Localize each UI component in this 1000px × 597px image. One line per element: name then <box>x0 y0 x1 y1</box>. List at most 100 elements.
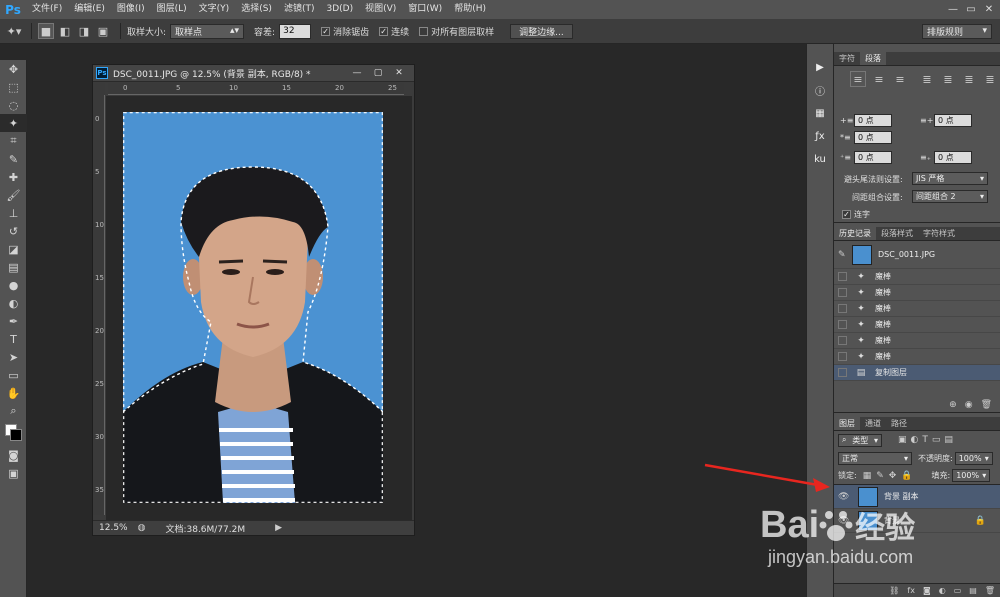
tab-character-styles[interactable]: 字符样式 <box>918 227 960 240</box>
align-right-icon[interactable]: ≡ <box>892 71 908 87</box>
history-checkbox[interactable] <box>838 368 847 377</box>
dodge-tool-icon[interactable]: ◐ <box>0 294 27 312</box>
add-selection-icon[interactable]: ◧ <box>57 23 73 39</box>
tab-character[interactable]: 字符 <box>834 52 860 65</box>
history-item[interactable]: ✦ 魔棒 <box>834 301 1000 317</box>
history-checkbox[interactable] <box>838 304 847 313</box>
doc-close-button[interactable]: ✕ <box>390 65 408 80</box>
canvas-area[interactable] <box>106 96 412 520</box>
status-menu-arrow-icon[interactable]: ▶ <box>275 523 282 533</box>
doc-minimize-button[interactable]: — <box>348 65 366 80</box>
menu-select[interactable]: 选择(S) <box>235 0 278 19</box>
workspace-select[interactable]: 排版规则 ▾ <box>922 23 992 39</box>
all-layers-checkbox[interactable] <box>419 26 429 36</box>
fx-icon[interactable]: fx <box>907 586 915 595</box>
camera-snapshot-icon[interactable]: ◉ <box>965 400 973 410</box>
menu-file[interactable]: 文件(F) <box>26 0 68 19</box>
lasso-tool-icon[interactable]: ◌ <box>0 96 27 114</box>
color-swatches[interactable] <box>0 420 27 446</box>
history-checkbox[interactable] <box>838 320 847 329</box>
history-item-selected[interactable]: ▤ 复制图层 <box>834 365 1000 381</box>
align-center-icon[interactable]: ≡ <box>871 71 887 87</box>
hand-tool-icon[interactable]: ✋ <box>0 384 27 402</box>
status-info-icon[interactable]: ◍ <box>138 523 146 533</box>
contiguous-checkbox[interactable]: ✓ <box>379 26 389 36</box>
gradient-tool-icon[interactable]: ▤ <box>0 258 27 276</box>
menu-3d[interactable]: 3D(D) <box>320 0 359 19</box>
mojikumi-select[interactable]: 间距组合 2 ▾ <box>912 190 988 203</box>
quick-mask-icon[interactable]: ◙ <box>0 446 27 464</box>
marquee-tool-icon[interactable]: ⬚ <box>0 78 27 96</box>
adjustment-layer-icon[interactable]: ◐ <box>939 586 946 595</box>
antialias-checkbox[interactable]: ✓ <box>321 26 331 36</box>
healing-brush-icon[interactable]: ✚ <box>0 168 27 186</box>
menu-view[interactable]: 视图(V) <box>359 0 402 19</box>
trash-icon[interactable]: 🗑 <box>981 400 992 410</box>
close-button[interactable]: ✕ <box>980 0 998 19</box>
tab-history[interactable]: 历史记录 <box>834 227 876 240</box>
crop-tool-icon[interactable]: ⌗ <box>0 132 27 150</box>
group-folder-icon[interactable]: ▭ <box>954 586 962 595</box>
move-tool-icon[interactable]: ✥ <box>0 60 27 78</box>
tab-layers[interactable]: 图层 <box>834 417 860 430</box>
history-item[interactable]: ✦ 魔棒 <box>834 269 1000 285</box>
play-actions-icon[interactable]: ▶ <box>810 58 830 76</box>
indent-right-input[interactable]: 0 点 <box>934 114 972 127</box>
document-title-bar[interactable]: Ps DSC_0011.JPG @ 12.5% (背景 副本, RGB/8) *… <box>93 65 414 82</box>
refine-edge-button[interactable]: 调整边缘... <box>510 23 573 39</box>
history-item[interactable]: ✦ 魔棒 <box>834 285 1000 301</box>
hyphenate-checkbox[interactable]: ✓ <box>842 209 851 219</box>
justify-all-icon[interactable]: ≣ <box>982 71 998 87</box>
ruler-origin[interactable] <box>93 83 105 95</box>
lock-icons[interactable]: ▦✎✥🔒 <box>863 471 918 481</box>
align-left-icon[interactable]: ≡ <box>850 71 866 87</box>
tab-paths[interactable]: 路径 <box>886 417 912 430</box>
layer-filter-icons[interactable]: ▣◐T▭▤ <box>898 435 957 445</box>
history-item[interactable]: ✦ 魔棒 <box>834 317 1000 333</box>
path-selection-icon[interactable]: ➤ <box>0 348 27 366</box>
blur-tool-icon[interactable]: ● <box>0 276 27 294</box>
history-brush-source-icon[interactable]: ✎ <box>838 250 850 260</box>
screen-mode-icon[interactable]: ▣ <box>0 464 27 482</box>
menu-edit[interactable]: 编辑(E) <box>68 0 111 19</box>
tab-paragraph-styles[interactable]: 段落样式 <box>876 227 918 240</box>
eye-icon[interactable]: 👁 <box>838 492 850 502</box>
menu-type[interactable]: 文字(Y) <box>193 0 236 19</box>
zoom-level[interactable]: 12.5% <box>99 523 128 533</box>
indent-left-input[interactable]: 0 点 <box>854 114 892 127</box>
new-document-from-state-icon[interactable]: ⊕ <box>949 400 957 410</box>
menu-help[interactable]: 帮助(H) <box>448 0 492 19</box>
portrait-photo[interactable] <box>123 112 383 503</box>
new-layer-icon[interactable]: ▤ <box>969 586 977 595</box>
magic-wand-tool-icon[interactable]: ✦ <box>0 114 27 132</box>
blend-mode-select[interactable]: 正常 ▾ <box>838 451 912 465</box>
background-color-swatch[interactable] <box>10 429 22 441</box>
tab-channels[interactable]: 通道 <box>860 417 886 430</box>
history-item[interactable]: ✦ 魔棒 <box>834 333 1000 349</box>
info-icon[interactable]: ⓘ <box>810 81 830 99</box>
indent-first-input[interactable]: 0 点 <box>854 131 892 144</box>
menu-layer[interactable]: 图层(L) <box>151 0 193 19</box>
history-snapshot[interactable]: ✎ DSC_0011.JPG <box>834 241 1000 269</box>
eyedropper-tool-icon[interactable]: ✎ <box>0 150 27 168</box>
type-tool-icon[interactable]: T <box>0 330 27 348</box>
subtract-selection-icon[interactable]: ◨ <box>76 23 92 39</box>
kinsoku-select[interactable]: JIS 严格 ▾ <box>912 172 988 185</box>
kuler-icon[interactable]: ku <box>810 150 830 168</box>
pen-tool-icon[interactable]: ✒ <box>0 312 27 330</box>
histogram-icon[interactable]: ▦ <box>810 104 830 122</box>
history-checkbox[interactable] <box>838 336 847 345</box>
menu-window[interactable]: 窗口(W) <box>402 0 448 19</box>
brush-tool-icon[interactable]: 🖌 <box>0 186 27 204</box>
rectangle-tool-icon[interactable]: ▭ <box>0 366 27 384</box>
minimize-button[interactable]: — <box>944 0 962 19</box>
layer-filter-select[interactable]: ⌕ 类型 ▾ <box>838 433 882 447</box>
space-before-input[interactable]: 0 点 <box>854 151 892 164</box>
justify-right-icon[interactable]: ≣ <box>961 71 977 87</box>
new-selection-icon[interactable]: ■ <box>38 23 54 39</box>
clone-stamp-icon[interactable]: ⊥ <box>0 204 27 222</box>
eraser-tool-icon[interactable]: ◪ <box>0 240 27 258</box>
fx-styles-icon[interactable]: ƒx <box>810 127 830 145</box>
sample-size-select[interactable]: 取样点 ▴▾ <box>170 23 245 39</box>
intersect-selection-icon[interactable]: ▣ <box>95 23 111 39</box>
